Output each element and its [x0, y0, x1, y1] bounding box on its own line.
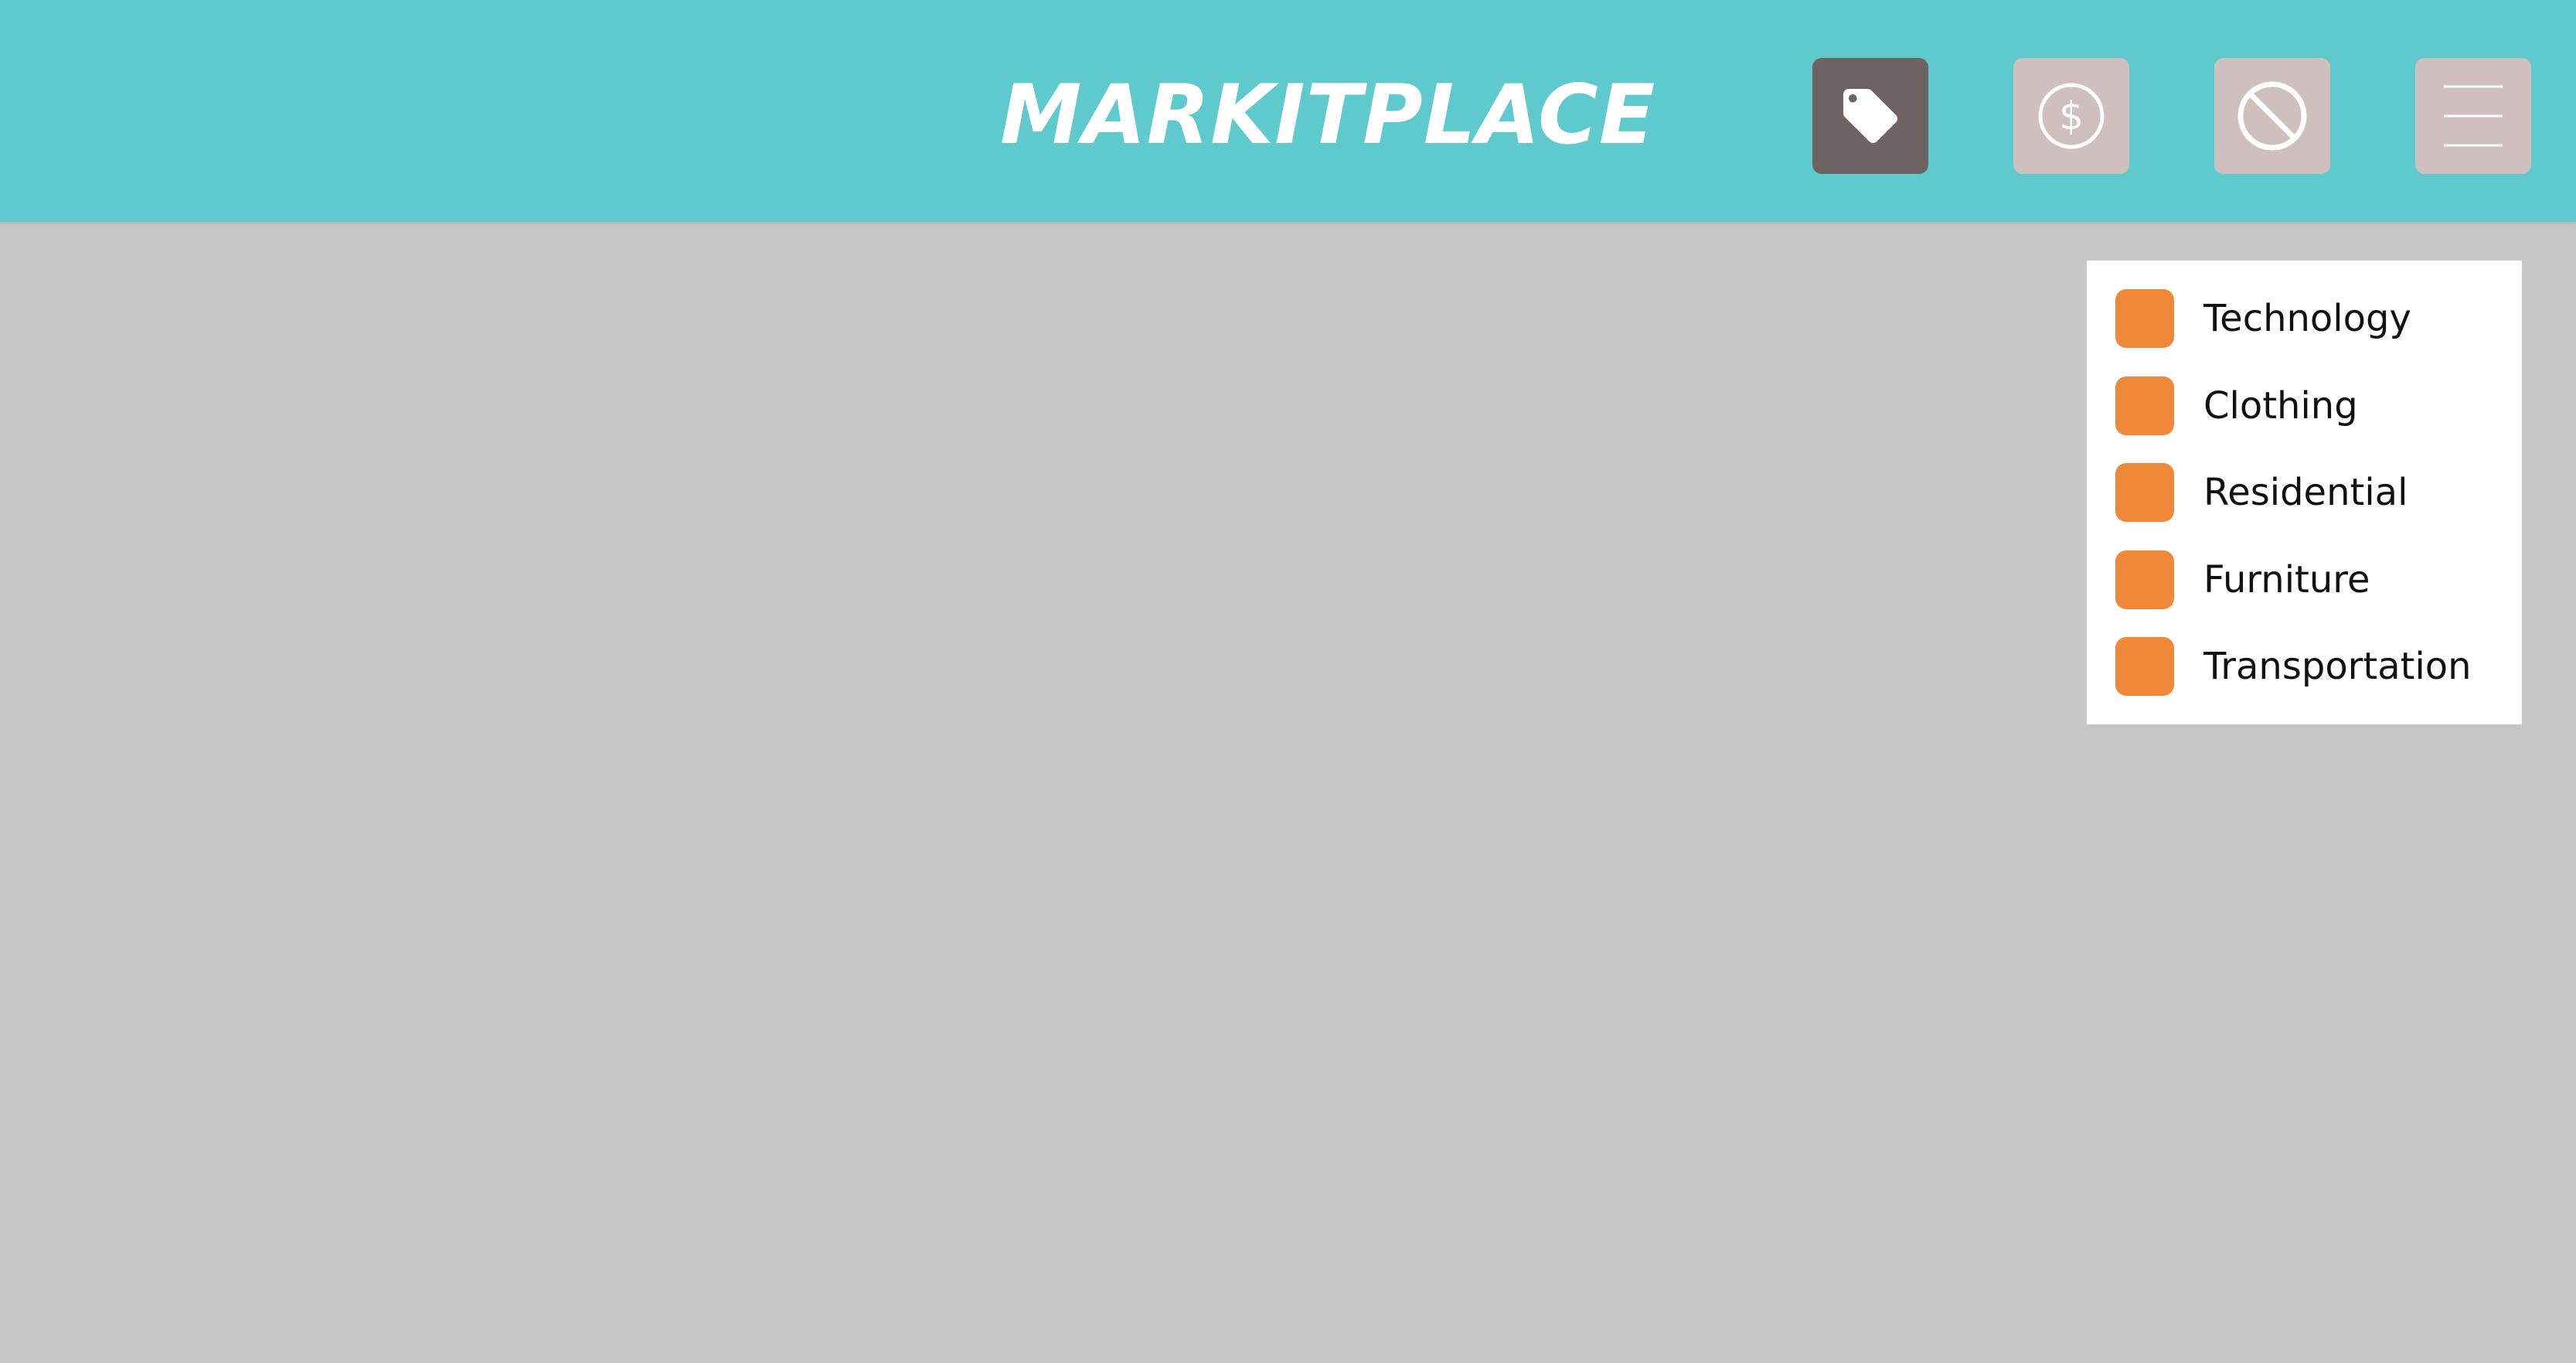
svg-text:$: $ [2059, 94, 2084, 138]
filter-item-residential[interactable]: Residential [2115, 463, 2502, 522]
app-title: MARKITPLACE [1000, 67, 1656, 162]
category-filter-panel: Technology Clothing Residential Furnitur… [2087, 261, 2522, 724]
filter-item-transportation[interactable]: Transportation [2115, 637, 2502, 696]
category-checkbox[interactable] [2115, 463, 2174, 522]
tag-icon [1843, 89, 1897, 143]
category-checkbox[interactable] [2115, 550, 2174, 609]
dollar-circle-icon: $ [2038, 83, 2105, 149]
filter-label: Residential [2203, 471, 2408, 514]
filter-label: Technology [2203, 297, 2411, 340]
category-checkbox[interactable] [2115, 377, 2174, 435]
no-entry-icon [2237, 81, 2307, 151]
blocked-filter-button[interactable] [2214, 58, 2330, 174]
price-filter-button[interactable]: $ [2013, 58, 2129, 174]
filter-label: Transportation [2203, 645, 2472, 688]
hamburger-menu-icon [2444, 85, 2503, 147]
filter-label: Furniture [2203, 558, 2370, 601]
filter-item-technology[interactable]: Technology [2115, 289, 2502, 348]
category-checkbox[interactable] [2115, 637, 2174, 696]
menu-button[interactable] [2415, 58, 2531, 174]
filter-item-clothing[interactable]: Clothing [2115, 377, 2502, 435]
filter-label: Clothing [2203, 384, 2358, 428]
category-checkbox[interactable] [2115, 289, 2174, 348]
tag-filter-button[interactable] [1812, 58, 1928, 174]
top-header: MARKITPLACE $ [0, 0, 2576, 222]
filter-item-furniture[interactable]: Furniture [2115, 550, 2502, 609]
